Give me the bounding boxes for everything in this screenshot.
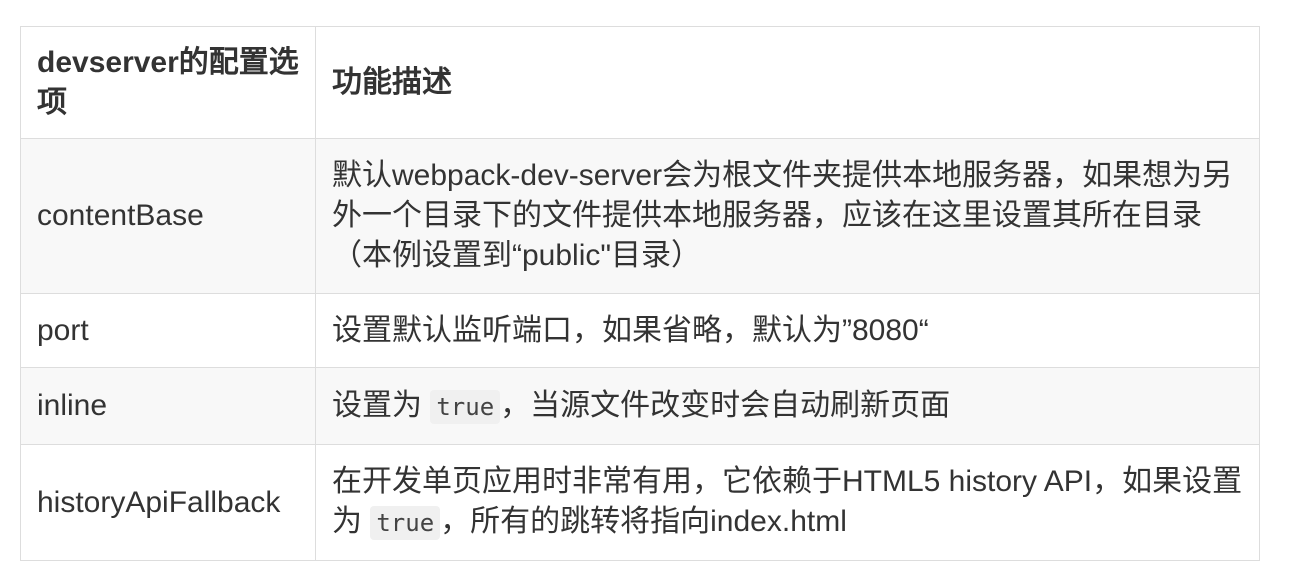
description-text: 设置为 <box>332 388 422 422</box>
option-cell: contentBase <box>20 138 316 294</box>
description-text: ，当源文件改变时会自动刷新页面 <box>500 388 951 422</box>
config-table-container: devserver的配置选项 功能描述 contentBase 默认webpac… <box>20 26 1260 561</box>
header-row: devserver的配置选项 功能描述 <box>20 26 1260 139</box>
description-text: ，所有的跳转将指向index.html <box>440 505 847 538</box>
description-cell: 设置默认监听端口，如果省略，默认为”8080“ <box>315 293 1260 368</box>
header-option: devserver的配置选项 <box>20 26 316 139</box>
table-body: contentBase 默认webpack-dev-server会为根文件夹提供… <box>20 138 1260 561</box>
table-row: port 设置默认监听端口，如果省略，默认为”8080“ <box>20 293 1260 368</box>
table-row: historyApiFallback 在开发单页应用时非常有用，它依赖于HTML… <box>20 444 1260 561</box>
description-cell: 在开发单页应用时非常有用，它依赖于HTML5 history API，如果设置为… <box>315 444 1260 561</box>
header-description: 功能描述 <box>315 26 1260 139</box>
inline-code: true <box>430 389 501 424</box>
table-row: inline 设置为 true ，当源文件改变时会自动刷新页面 <box>20 367 1260 445</box>
table-row: contentBase 默认webpack-dev-server会为根文件夹提供… <box>20 138 1260 294</box>
option-cell: historyApiFallback <box>20 444 316 561</box>
description-cell: 设置为 true ，当源文件改变时会自动刷新页面 <box>315 367 1260 445</box>
table-header: devserver的配置选项 功能描述 <box>20 26 1260 139</box>
option-cell: port <box>20 293 316 368</box>
devserver-config-table: devserver的配置选项 功能描述 contentBase 默认webpac… <box>20 26 1260 561</box>
option-cell: inline <box>20 367 316 445</box>
inline-code: true <box>370 506 441 540</box>
description-cell: 默认webpack-dev-server会为根文件夹提供本地服务器，如果想为另外… <box>315 138 1260 294</box>
